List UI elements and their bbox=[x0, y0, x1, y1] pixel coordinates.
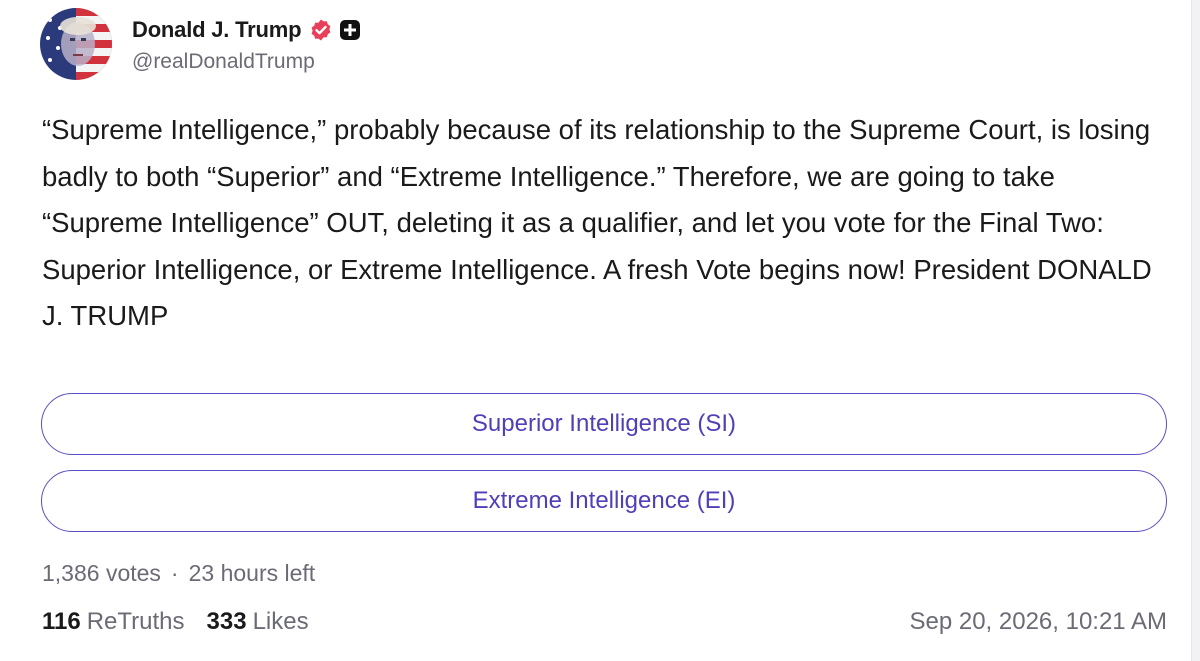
name-row: Donald J. Trump bbox=[132, 14, 361, 46]
plus-badge-icon bbox=[339, 19, 361, 41]
retruths-stat[interactable]: 116 ReTruths bbox=[42, 608, 185, 636]
poll-option-superior[interactable]: Superior Intelligence (SI) bbox=[41, 393, 1167, 455]
likes-label: Likes bbox=[252, 608, 309, 635]
verified-badge-icon bbox=[309, 18, 333, 42]
poll-option-label: Extreme Intelligence (EI) bbox=[472, 487, 736, 514]
poll-time-left: 23 hours left bbox=[188, 560, 316, 586]
post-text: “Supreme Intelligence,” probably because… bbox=[42, 114, 1152, 331]
retruths-label: ReTruths bbox=[86, 608, 185, 635]
author-handle[interactable]: @realDonaldTrump bbox=[132, 50, 361, 74]
post-card: Donald J. Trump @realDonaldTrump “Suprem… bbox=[0, 0, 1200, 661]
author-info: Donald J. Trump @realDonaldTrump bbox=[132, 14, 361, 74]
post-header: Donald J. Trump @realDonaldTrump bbox=[40, 4, 361, 84]
poll-votes-count: 1,386 votes bbox=[42, 560, 161, 586]
avatar-image bbox=[40, 8, 112, 80]
author-display-name[interactable]: Donald J. Trump bbox=[132, 17, 302, 43]
likes-count: 333 bbox=[206, 608, 247, 635]
post-timestamp[interactable]: Sep 20, 2026, 10:21 AM bbox=[909, 608, 1167, 636]
poll-meta: 1,386 votes · 23 hours left bbox=[42, 560, 315, 587]
avatar[interactable] bbox=[40, 8, 112, 80]
post-stats: 116 ReTruths 333 Likes bbox=[42, 608, 309, 636]
retruths-count: 116 bbox=[42, 608, 81, 635]
poll-option-extreme[interactable]: Extreme Intelligence (EI) bbox=[41, 470, 1167, 532]
meta-separator: · bbox=[170, 560, 179, 586]
scrollbar-track[interactable] bbox=[1191, 0, 1200, 661]
likes-stat[interactable]: 333 Likes bbox=[207, 608, 309, 636]
poll-option-label: Superior Intelligence (SI) bbox=[471, 410, 737, 437]
